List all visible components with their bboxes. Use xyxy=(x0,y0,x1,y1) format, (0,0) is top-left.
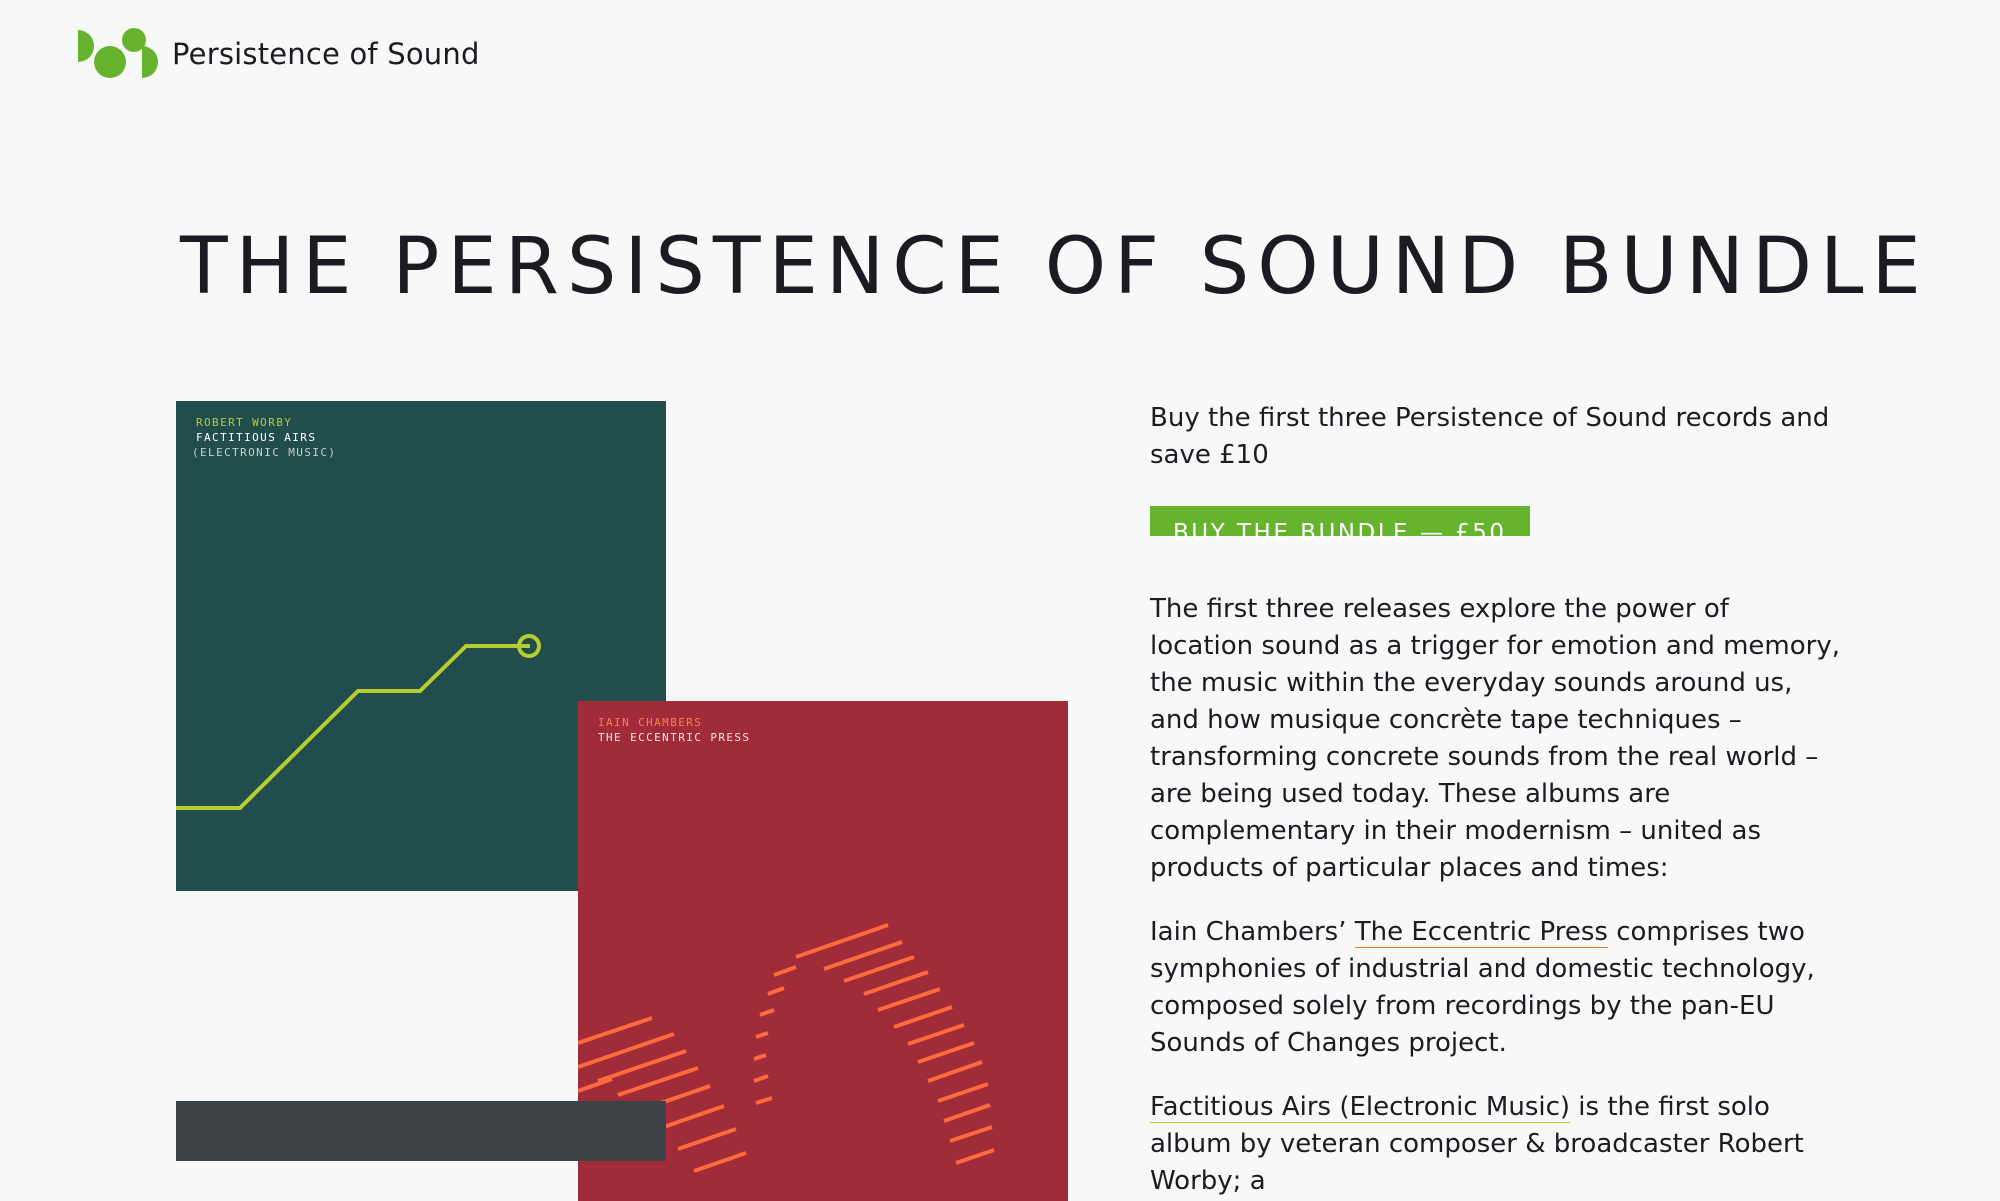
cover-artist: IAIN CHAMBERS xyxy=(598,716,703,729)
page-title: THE PERSISTENCE OF SOUND BUNDLE xyxy=(180,222,1929,312)
chambers-prefix: Iain Chambers’ xyxy=(1150,917,1355,947)
cover-album: FACTITIOUS AIRS xyxy=(196,431,317,444)
bundle-info: Buy the first three Persistence of Sound… xyxy=(1150,400,1840,1200)
factitious-airs-link[interactable]: Factitious Airs (Electronic Music) xyxy=(1150,1092,1571,1123)
logo-link[interactable]: Persistence of Sound xyxy=(76,28,480,80)
site-name: Persistence of Sound xyxy=(172,37,480,71)
bundle-intro: Buy the first three Persistence of Sound… xyxy=(1150,403,1830,470)
cover-subtitle: (ELECTRONIC MUSIC) xyxy=(192,446,337,459)
eccentric-press-paragraph: Iain Chambers’ The Eccentric Press compr… xyxy=(1150,914,1840,1062)
album-cover-third[interactable] xyxy=(176,1101,666,1161)
cover-album: THE ECCENTRIC PRESS xyxy=(598,731,751,744)
factitious-airs-paragraph: Factitious Airs (Electronic Music) is th… xyxy=(1150,1089,1840,1200)
cover-artist: ROBERT WORBY xyxy=(196,416,293,429)
eccentric-press-link[interactable]: The Eccentric Press xyxy=(1354,917,1608,948)
cover-credits: IAIN CHAMBERS THE ECCENTRIC PRESS xyxy=(598,715,750,745)
cover-credits: ROBERT WORBY FACTITIOUS AIRS (ELECTRONIC… xyxy=(192,415,336,460)
bundle-description: The first three releases explore the pow… xyxy=(1150,594,1841,883)
logo-icon xyxy=(78,28,158,78)
buy-bundle-button[interactable]: BUY THE BUNDLE — £50 xyxy=(1150,506,1530,546)
